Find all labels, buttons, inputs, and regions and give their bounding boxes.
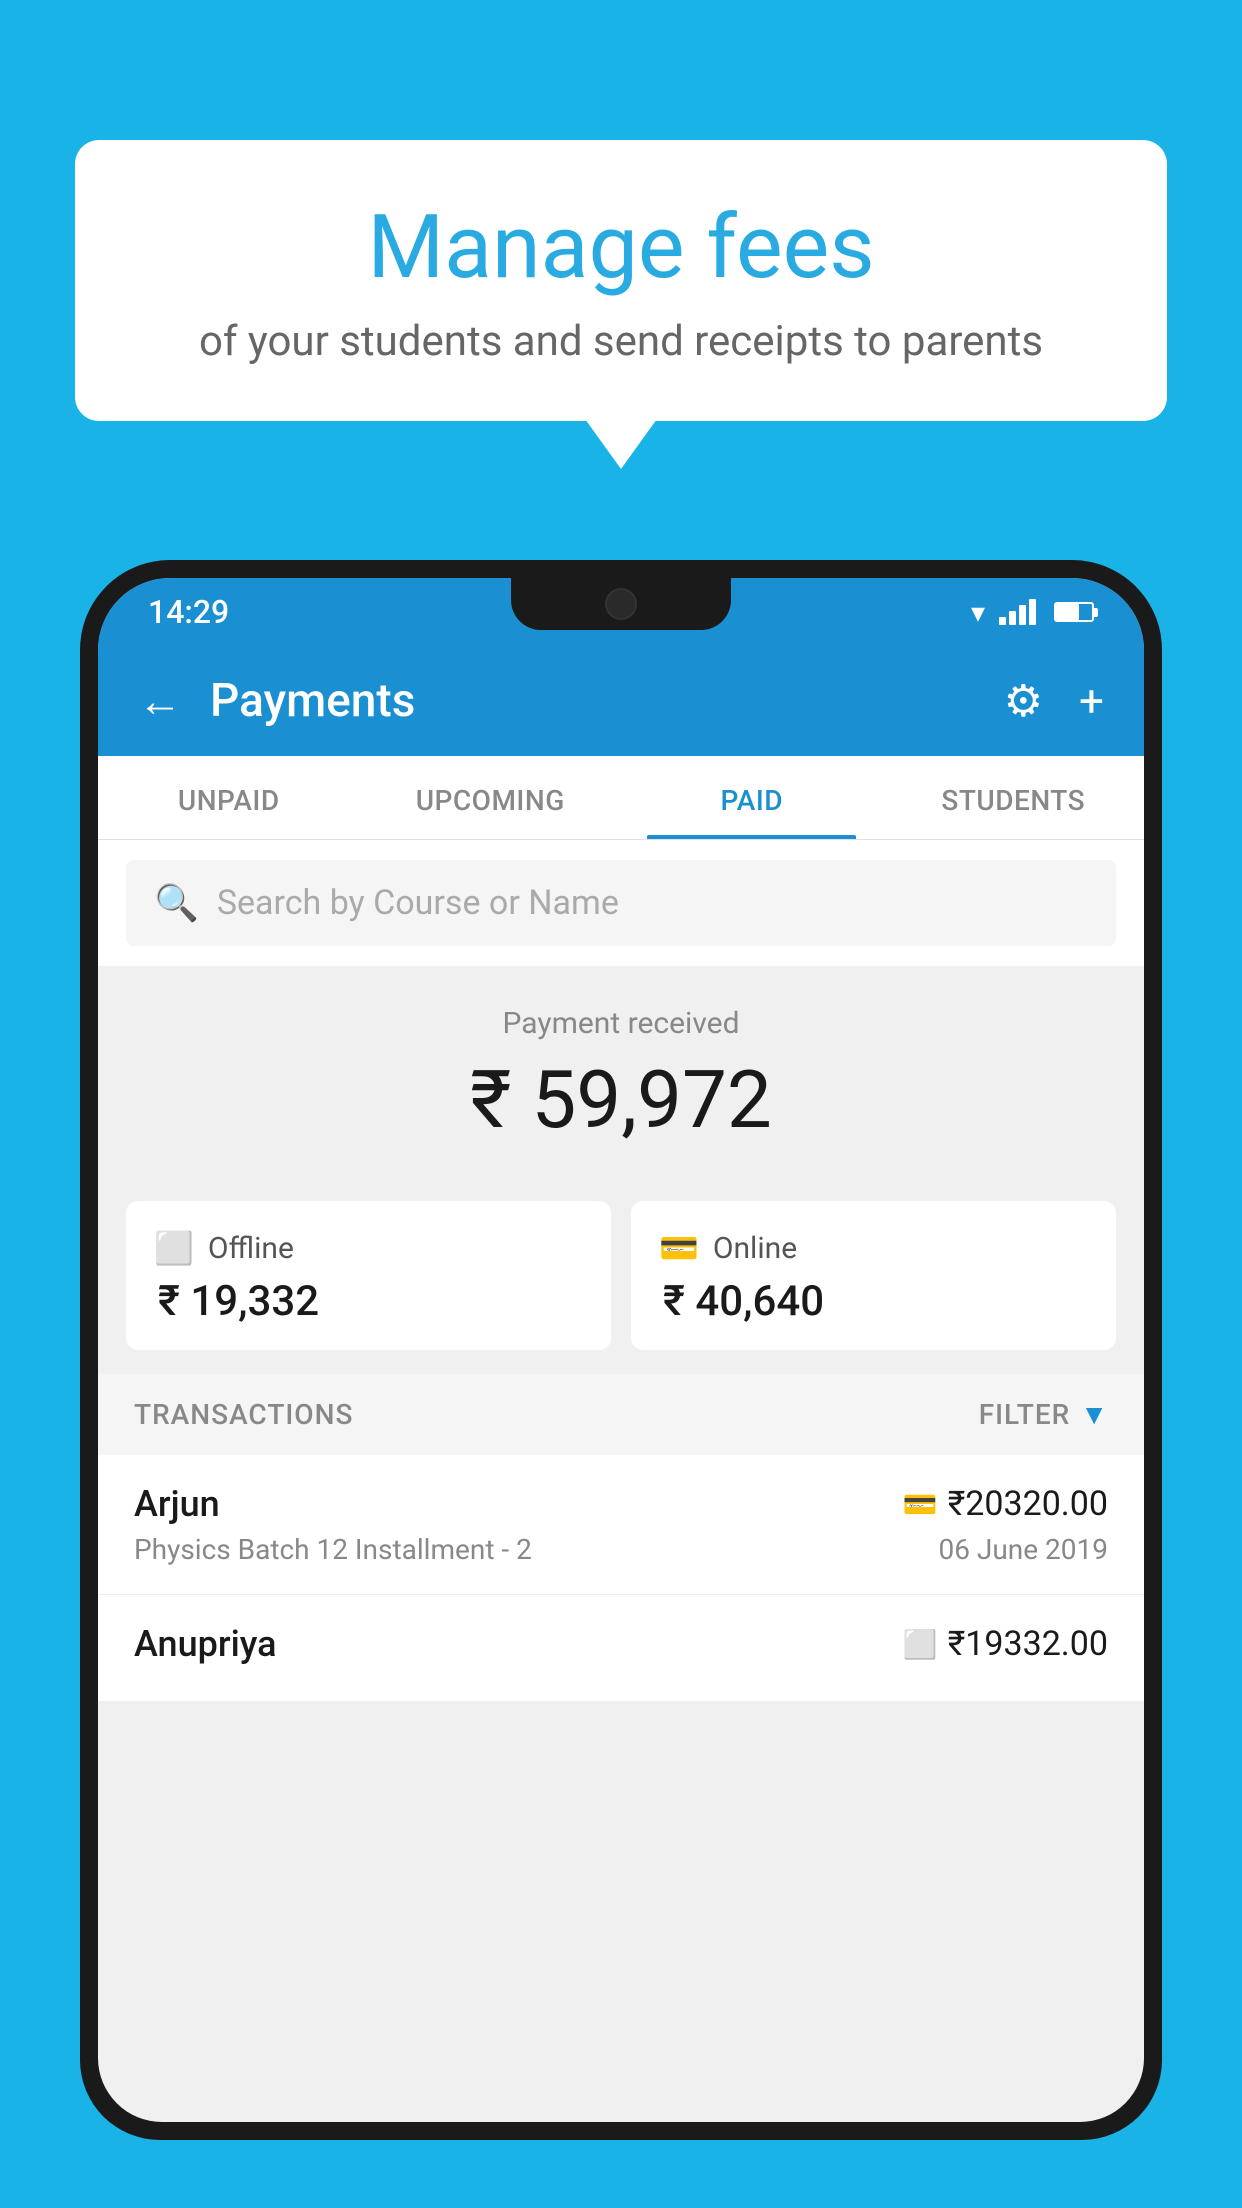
tab-paid[interactable]: PAID (621, 756, 883, 839)
phone-container: 14:29 ▾ (80, 560, 1162, 2208)
online-payment-card: 💳 Online ₹ 40,640 (631, 1201, 1116, 1350)
tab-unpaid[interactable]: UNPAID (98, 756, 360, 839)
wifi-icon: ▾ (971, 596, 985, 629)
online-label: Online (713, 1231, 797, 1266)
transaction-amount-area: 💳 ₹20320.00 (903, 1484, 1108, 1524)
payment-received-amount: ₹ 59,972 (98, 1053, 1144, 1147)
offline-card-header: ⬜ Offline (154, 1229, 583, 1267)
app-header: ← Payments ⚙ + (98, 646, 1144, 756)
bubble-subtitle: of your students and send receipts to pa… (115, 317, 1127, 366)
battery-icon (1054, 602, 1094, 622)
transaction-amount-area: ⬜ ₹19332.00 (903, 1624, 1108, 1664)
payment-cards: ⬜ Offline ₹ 19,332 💳 Online ₹ 40,640 (98, 1177, 1144, 1374)
search-input[interactable]: Search by Course or Name (217, 883, 619, 923)
transaction-top: Arjun 💳 ₹20320.00 (134, 1483, 1108, 1525)
tabs-bar: UNPAID UPCOMING PAID STUDENTS (98, 756, 1144, 840)
status-icons: ▾ (971, 596, 1094, 629)
transaction-name: Anupriya (134, 1623, 277, 1665)
card-payment-icon: 💳 (903, 1488, 938, 1521)
transaction-date: 06 June 2019 (938, 1533, 1108, 1566)
table-row[interactable]: Anupriya ⬜ ₹19332.00 (98, 1595, 1144, 1702)
transaction-amount: ₹20320.00 (948, 1484, 1108, 1524)
filter-area[interactable]: FILTER ▼ (979, 1398, 1108, 1431)
filter-icon: ▼ (1080, 1398, 1108, 1431)
transactions-label: TRANSACTIONS (134, 1398, 353, 1431)
online-icon: 💳 (659, 1229, 699, 1267)
table-row[interactable]: Arjun 💳 ₹20320.00 Physics Batch 12 Insta… (98, 1455, 1144, 1595)
filter-label: FILTER (979, 1398, 1071, 1431)
status-time: 14:29 (148, 593, 229, 631)
back-button[interactable]: ← (138, 675, 182, 727)
search-icon: 🔍 (154, 882, 199, 924)
tab-students[interactable]: STUDENTS (883, 756, 1145, 839)
offline-amount: ₹ 19,332 (154, 1277, 583, 1326)
offline-icon: ⬜ (154, 1229, 194, 1267)
settings-icon[interactable]: ⚙ (1004, 675, 1043, 727)
search-container: 🔍 Search by Course or Name (98, 840, 1144, 966)
search-bar[interactable]: 🔍 Search by Course or Name (126, 860, 1116, 946)
header-actions: ⚙ + (1004, 675, 1104, 727)
online-card-header: 💳 Online (659, 1229, 1088, 1267)
online-amount: ₹ 40,640 (659, 1277, 1088, 1326)
transaction-course: Physics Batch 12 Installment - 2 (134, 1533, 532, 1566)
phone-notch (511, 578, 731, 630)
page-title: Payments (210, 674, 1004, 728)
transaction-name: Arjun (134, 1483, 220, 1525)
transaction-top: Anupriya ⬜ ₹19332.00 (134, 1623, 1108, 1665)
offline-payment-icon: ⬜ (903, 1628, 938, 1661)
transaction-bottom: Physics Batch 12 Installment - 2 06 June… (134, 1533, 1108, 1566)
phone-frame: 14:29 ▾ (80, 560, 1162, 2140)
payment-received-label: Payment received (98, 1006, 1144, 1041)
add-icon[interactable]: + (1079, 675, 1104, 727)
offline-label: Offline (208, 1231, 294, 1266)
speech-bubble-container: Manage fees of your students and send re… (75, 140, 1167, 421)
phone-camera (605, 588, 637, 620)
bubble-title: Manage fees (115, 200, 1127, 297)
payment-received-section: Payment received ₹ 59,972 (98, 966, 1144, 1177)
signal-icon (999, 599, 1036, 625)
phone-screen: 14:29 ▾ (98, 578, 1144, 2122)
speech-bubble: Manage fees of your students and send re… (75, 140, 1167, 421)
transactions-header: TRANSACTIONS FILTER ▼ (98, 1374, 1144, 1455)
tab-upcoming[interactable]: UPCOMING (360, 756, 622, 839)
offline-payment-card: ⬜ Offline ₹ 19,332 (126, 1201, 611, 1350)
transaction-amount: ₹19332.00 (948, 1624, 1108, 1664)
